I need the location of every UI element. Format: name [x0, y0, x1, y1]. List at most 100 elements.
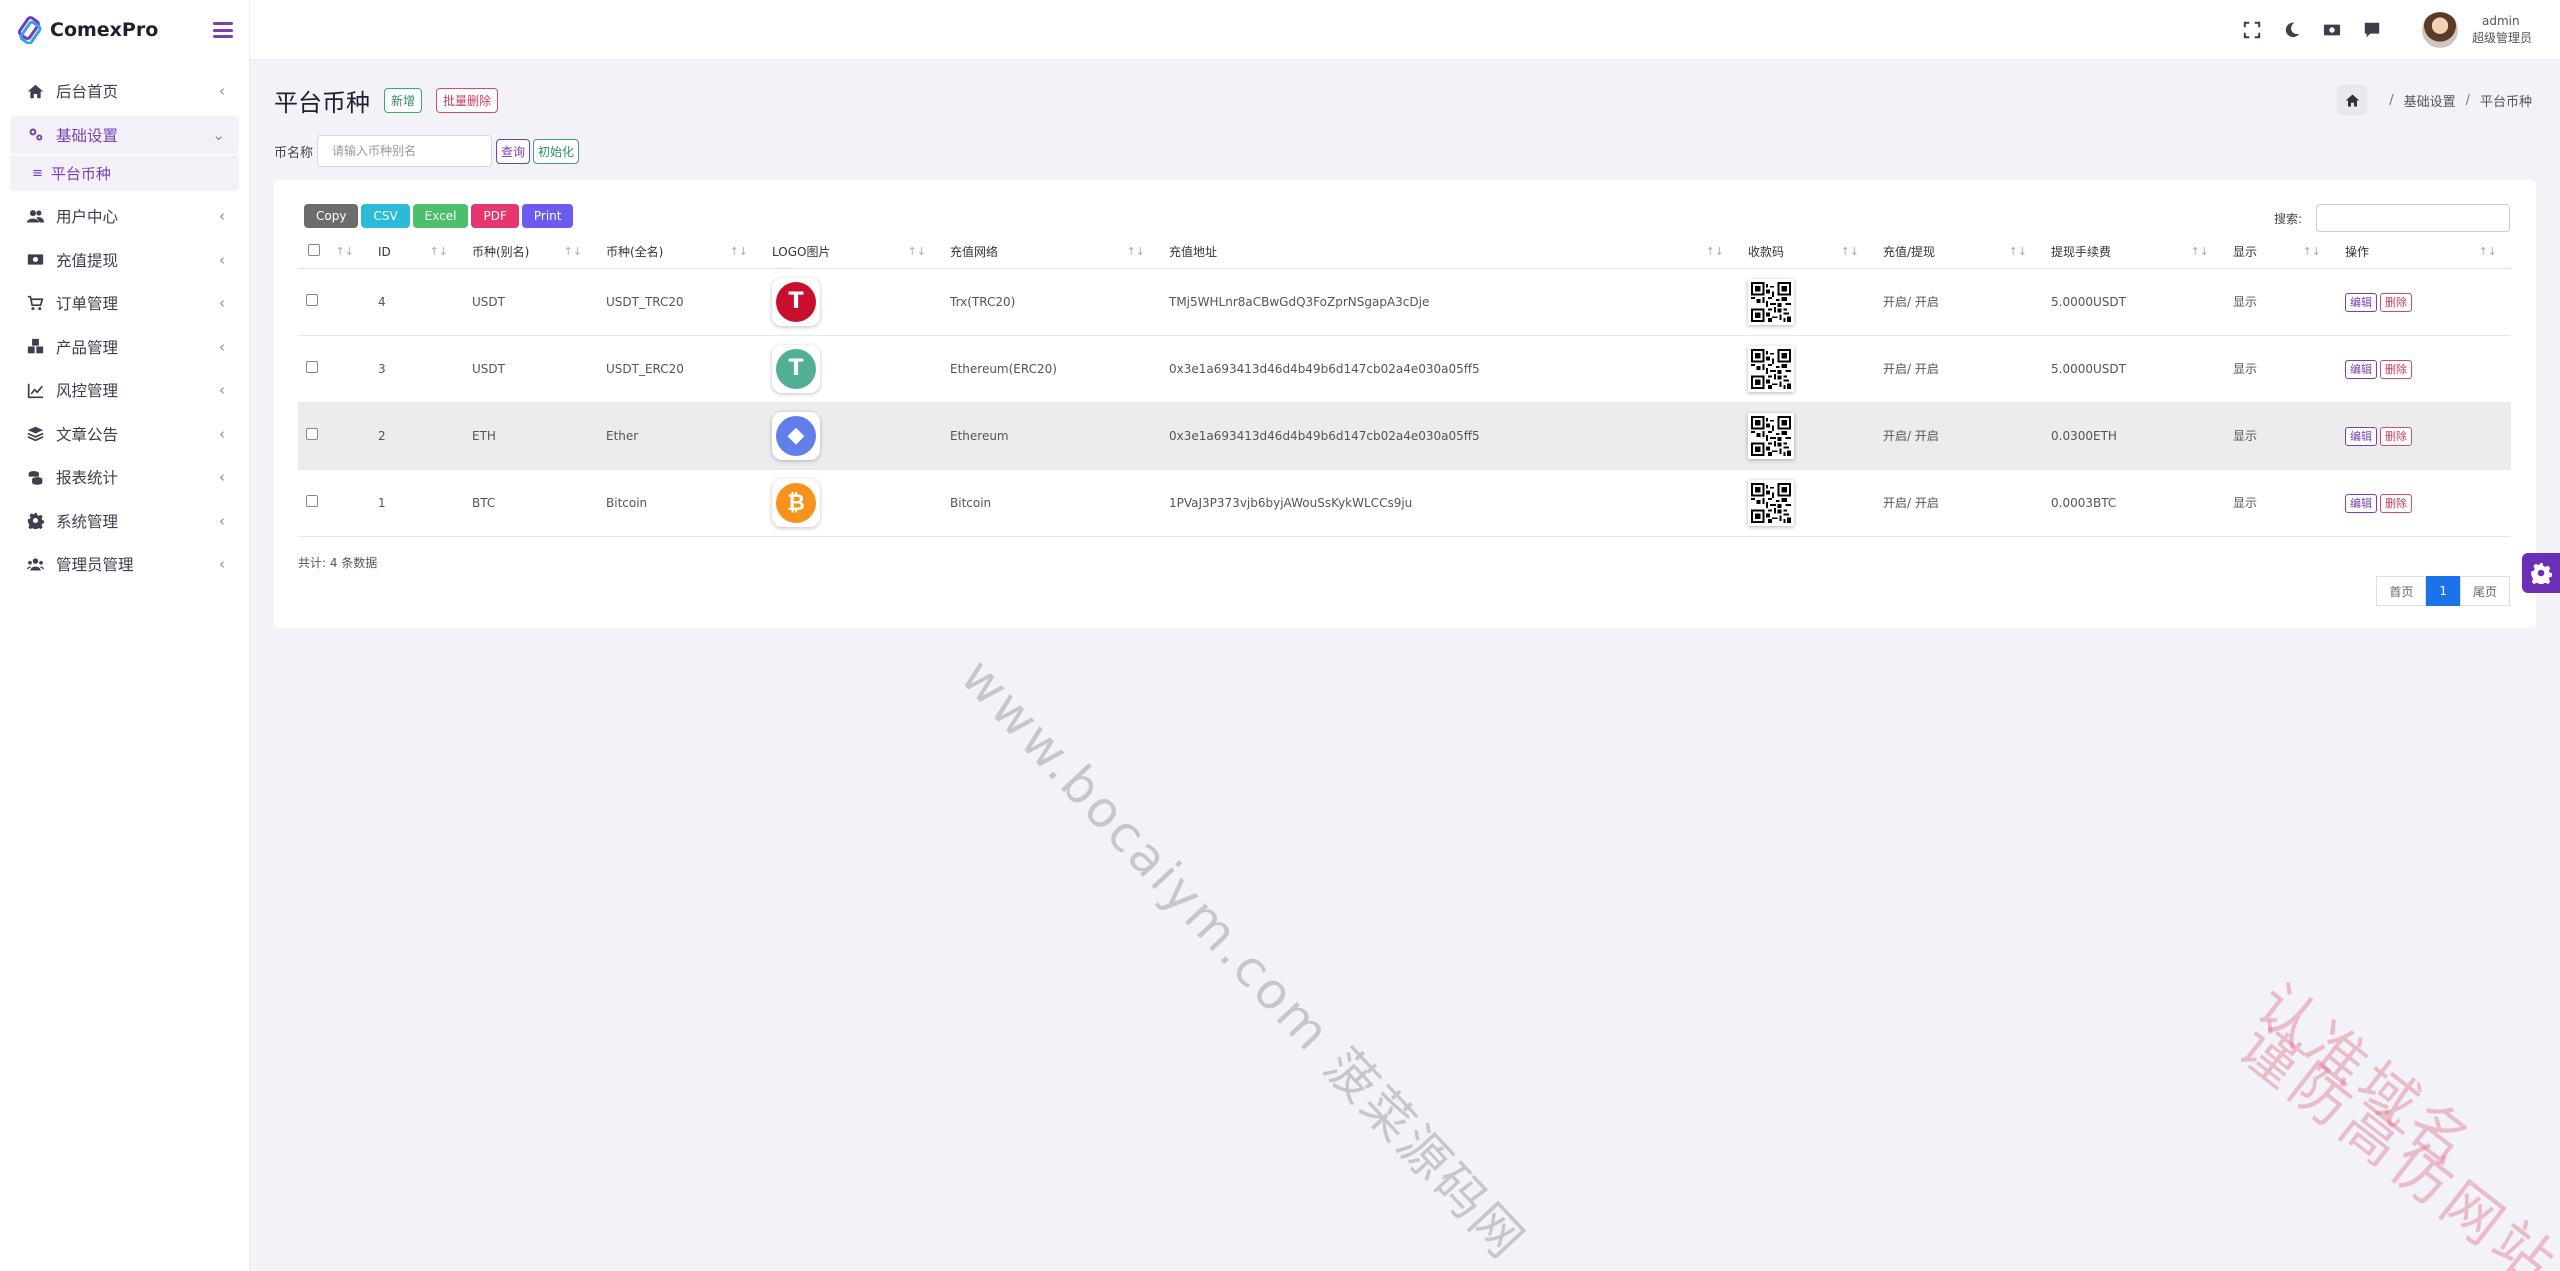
init-button[interactable]: 初始化 [533, 138, 580, 164]
qr-code-icon[interactable] [1748, 479, 1794, 526]
sidebar-item-basic-settings[interactable]: 基础设置 ⌄ [10, 115, 239, 154]
filter-label: 币名称 [274, 145, 314, 161]
export-toolbar: Copy CSV Excel PDF Print [304, 204, 576, 228]
edit-button[interactable]: 编辑 [2345, 359, 2377, 379]
home-icon[interactable] [2337, 85, 2368, 115]
sidebar-subitem-label: 平台币种 [50, 164, 111, 183]
cell-show: 显示 [2233, 362, 2258, 376]
sort-icon[interactable]: ↑↓ [2191, 245, 2209, 258]
add-button[interactable]: 新增 [384, 87, 423, 113]
cell-network: Bitcoin [950, 495, 992, 510]
copy-button[interactable]: Copy [304, 204, 359, 228]
cell-show: 显示 [2233, 295, 2258, 309]
chevron-left-icon: ‹ [219, 82, 225, 100]
column-header[interactable]: LOGO图片 ↑↓ [762, 236, 940, 268]
row-checkbox[interactable] [306, 361, 318, 373]
sidebar-item-label: 报表统计 [56, 469, 119, 487]
edit-button[interactable]: 编辑 [2345, 493, 2377, 513]
sidebar-item-admins[interactable]: 管理员管理 ‹ [10, 545, 239, 583]
sidebar-item-articles[interactable]: 文章公告 ‹ [10, 415, 239, 453]
column-header[interactable]: 操作 ↑↓ [2335, 236, 2511, 268]
column-header[interactable]: 提现手续费 ↑↓ [2041, 236, 2223, 268]
edit-button[interactable]: 编辑 [2345, 292, 2377, 312]
coin-name-input[interactable] [317, 135, 493, 167]
search-input[interactable] [2316, 204, 2510, 232]
sort-icon[interactable]: ↑↓ [1841, 245, 1859, 258]
sidebar-item-orders[interactable]: 订单管理 ‹ [10, 284, 239, 322]
cell-id: 4 [378, 294, 386, 309]
sort-icon[interactable]: ↑↓ [1706, 245, 1724, 258]
sort-icon[interactable]: ↑↓ [430, 245, 448, 258]
column-header[interactable]: 收款码 ↑↓ [1738, 236, 1873, 268]
column-header[interactable]: 币种(全名) ↑↓ [596, 236, 762, 268]
sidebar-item-users[interactable]: 用户中心 ‹ [10, 197, 239, 235]
query-button[interactable]: 查询 [496, 138, 531, 164]
sidebar-item-products[interactable]: 产品管理 ‹ [10, 328, 239, 366]
cell-id: 2 [378, 428, 386, 443]
column-header[interactable]: 充值/提现 ↑↓ [1873, 236, 2041, 268]
sort-icon[interactable]: ↑↓ [336, 245, 354, 258]
first-page-button[interactable]: 首页 [2376, 576, 2427, 606]
column-header[interactable]: ID ↑↓ [368, 236, 462, 268]
row-checkbox[interactable] [306, 428, 318, 440]
delete-button[interactable]: 删除 [2380, 493, 2412, 513]
sidebar-item-reports[interactable]: 报表统计 ‹ [10, 458, 239, 496]
row-checkbox[interactable] [306, 294, 318, 306]
money-icon[interactable] [2321, 19, 2343, 41]
sidebar-item-label: 产品管理 [56, 338, 119, 357]
breadcrumb-item[interactable]: 基础设置 [2404, 91, 2456, 110]
sidebar-item-home[interactable]: 后台首页 ‹ [10, 72, 239, 110]
cell-status: 开启/ 开启 [1883, 429, 1939, 443]
cell-id: 3 [378, 361, 386, 376]
chevron-left-icon: ‹ [219, 555, 225, 573]
qr-code-icon[interactable] [1748, 278, 1794, 325]
column-header[interactable]: 充值地址 ↑↓ [1159, 236, 1738, 268]
delete-button[interactable]: 删除 [2380, 426, 2412, 446]
edit-button[interactable]: 编辑 [2345, 426, 2377, 446]
sort-icon[interactable]: ↑↓ [908, 245, 926, 258]
csv-button[interactable]: CSV [361, 204, 410, 228]
table-body: 4 USDT USDT_TRC20 T Trx(TRC20) TMj5WHLnr8aCBw… [298, 268, 2511, 536]
chevron-down-icon: ⌄ [212, 125, 225, 144]
brand: ComexPro [0, 0, 249, 60]
sort-icon[interactable]: ↑↓ [2479, 245, 2497, 258]
user-menu[interactable]: admin 超级管理员 [2421, 11, 2532, 48]
delete-button[interactable]: 删除 [2380, 292, 2412, 312]
column-header[interactable]: 币种(别名) ↑↓ [462, 236, 596, 268]
watermark-text: www.bocaiym.com 菠菜源码网 [949, 647, 1537, 1271]
sort-icon[interactable]: ↑↓ [2303, 245, 2321, 258]
sidebar-item-label: 用户中心 [56, 208, 119, 226]
excel-button[interactable]: Excel [412, 204, 469, 228]
delete-button[interactable]: 删除 [2380, 359, 2412, 379]
batch-delete-button[interactable]: 批量删除 [436, 87, 499, 113]
sidebar-item-label: 基础设置 [56, 126, 119, 145]
menu-toggle-icon[interactable] [213, 22, 233, 38]
column-header[interactable]: 充值网络 ↑↓ [940, 236, 1159, 268]
print-button[interactable]: Print [521, 204, 574, 228]
sidebar-item-deposit-withdraw[interactable]: 充值提现 ‹ [10, 241, 239, 279]
user-role: 超级管理员 [2471, 30, 2532, 45]
settings-fab[interactable] [2522, 553, 2560, 593]
fullscreen-icon[interactable] [2241, 19, 2263, 41]
coins-icon [24, 468, 46, 486]
sort-icon[interactable]: ↑↓ [2009, 245, 2027, 258]
cell-id: 1 [378, 495, 386, 510]
qr-code-icon[interactable] [1748, 345, 1794, 392]
table-header-row: ↑↓ ID ↑↓ 币种(别名) ↑↓ 币种(全名) ↑↓ LOGO图片 ↑↓ 充值网络 ↑… [298, 236, 2511, 268]
sidebar-item-label: 订单管理 [56, 295, 119, 313]
message-icon[interactable] [2361, 19, 2383, 41]
moon-icon[interactable] [2281, 19, 2303, 41]
pdf-button[interactable]: PDF [471, 204, 519, 228]
sidebar-item-risk-control[interactable]: 风控管理 ‹ [10, 371, 239, 409]
sort-icon[interactable]: ↑↓ [564, 245, 582, 258]
row-checkbox[interactable] [306, 495, 318, 507]
sidebar-subitem-platform-coins[interactable]: ≡ 平台币种 [10, 155, 239, 191]
sidebar-item-system[interactable]: 系统管理 ‹ [10, 502, 239, 540]
last-page-button[interactable]: 尾页 [2459, 576, 2510, 606]
page-button[interactable]: 1 [2426, 576, 2460, 606]
sort-icon[interactable]: ↑↓ [1127, 245, 1145, 258]
select-all-checkbox[interactable] [308, 244, 320, 257]
column-header[interactable]: 显示 ↑↓ [2223, 236, 2335, 268]
sort-icon[interactable]: ↑↓ [730, 245, 748, 258]
qr-code-icon[interactable] [1748, 412, 1794, 459]
